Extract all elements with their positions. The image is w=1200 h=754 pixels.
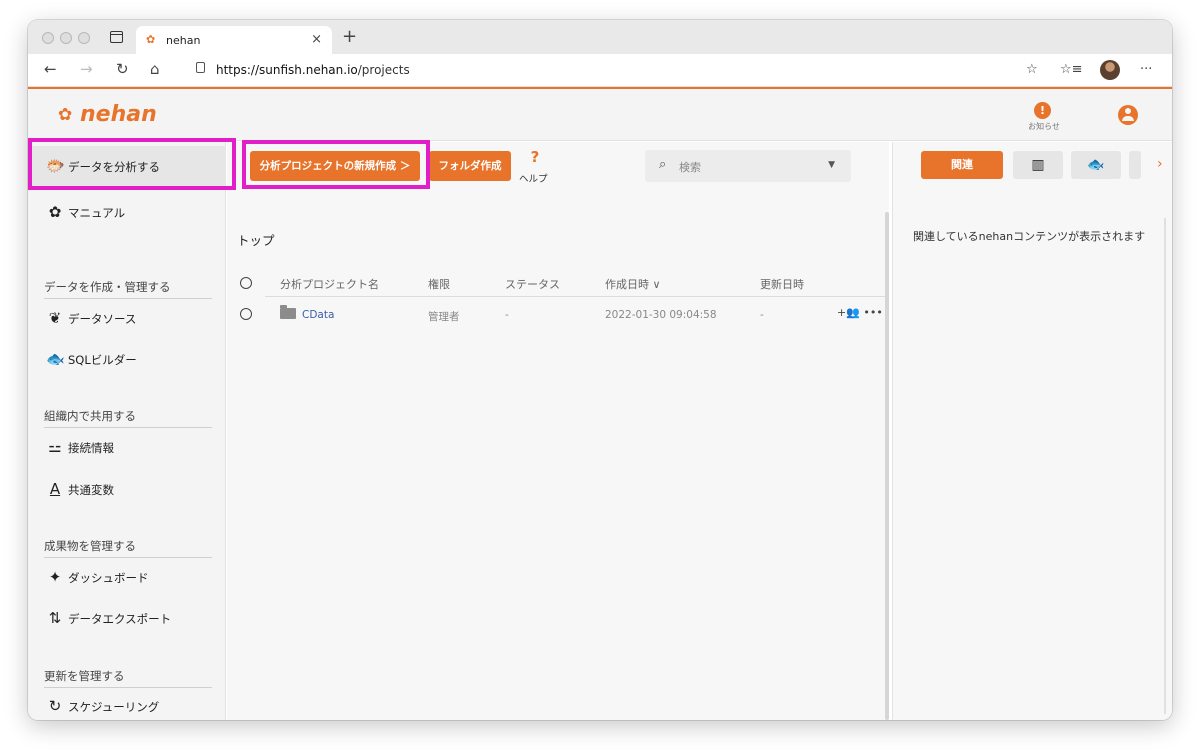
browser-tab[interactable]: ✿ nehan ×: [136, 26, 332, 54]
help-icon[interactable]: ?: [525, 148, 545, 166]
url-field[interactable]: https://sunfish.nehan.io/projects: [216, 63, 410, 77]
more-icon[interactable]: ···: [1140, 62, 1152, 77]
section-title: データを作成・管理する: [44, 279, 212, 299]
sidebar-item-label: ダッシュボード: [68, 571, 149, 585]
project-permission: 管理者: [428, 311, 460, 323]
folder-icon: [280, 305, 296, 319]
favorites-icon[interactable]: ☆≡: [1060, 62, 1083, 77]
row-actions[interactable]: +👥 •••: [837, 306, 883, 319]
sql-builder-button[interactable]: 🐟: [1071, 151, 1121, 179]
notice-label[interactable]: お知らせ: [1024, 121, 1064, 132]
tab-actions-icon[interactable]: [110, 31, 123, 43]
sidebar-item-label: SQLビルダー: [68, 353, 137, 367]
favorite-add-icon[interactable]: ☆: [1026, 62, 1038, 77]
back-icon[interactable]: ←: [44, 60, 57, 78]
browser-window: ✿ nehan × + ← → ↻ ⌂ https://sunfish.neha…: [28, 20, 1172, 720]
sidebar-item-export[interactable]: ⇅ データエクスポート: [28, 598, 226, 638]
tab-strip: ✿ nehan × +: [28, 20, 1172, 54]
scrollbar[interactable]: [885, 212, 889, 720]
chevron-down-icon[interactable]: ▼: [828, 160, 835, 170]
sidebar-item-label: 共通変数: [68, 483, 114, 497]
nehan-fish-icon: ✿: [146, 33, 156, 46]
sidebar-item-datasource[interactable]: ❦ データソース: [28, 298, 226, 338]
notice-icon[interactable]: !: [1034, 102, 1051, 119]
sidebar-item-label: マニュアル: [68, 206, 126, 220]
zoom-window-button[interactable]: [78, 32, 90, 44]
variable-icon: A: [49, 480, 61, 498]
sidebar-item-label: データエクスポート: [68, 612, 172, 626]
column-header-created[interactable]: 作成日時 ∨: [605, 276, 661, 292]
column-header-updated[interactable]: 更新日時: [760, 276, 804, 292]
section-title: 更新を管理する: [44, 668, 212, 688]
column-header-permission[interactable]: 権限: [428, 276, 450, 292]
highlight-analyze: [28, 138, 236, 190]
address-bar: ← → ↻ ⌂ https://sunfish.nehan.io/project…: [28, 54, 1172, 87]
search-icon: ⌕: [659, 157, 667, 172]
project-created: 2022-01-30 09:04:58: [605, 309, 717, 321]
schedule-icon: ↻: [48, 697, 62, 715]
search-placeholder: 検索: [679, 161, 701, 174]
forward-icon[interactable]: →: [80, 60, 93, 78]
project-name[interactable]: CData: [302, 309, 334, 321]
project-updated: -: [760, 309, 764, 321]
app-header: ✿ nehan ! お知らせ: [28, 89, 1172, 141]
column-header-status[interactable]: ステータス: [505, 276, 560, 292]
header-divider: [265, 296, 887, 297]
new-tab-button[interactable]: +: [342, 26, 357, 47]
sidebar: 🐡 データを分析する ✿ マニュアル データを作成・管理する ❦ データソース …: [28, 142, 226, 720]
sidebar-item-label: 接続情報: [68, 441, 114, 455]
row-select-radio[interactable]: [240, 308, 252, 320]
close-tab-icon[interactable]: ×: [311, 32, 322, 47]
sidebar-item-connections[interactable]: ⚍ 接続情報: [28, 427, 226, 467]
close-window-button[interactable]: [42, 32, 54, 44]
search-input[interactable]: ⌕ 検索 ▼: [645, 150, 851, 182]
sidebar-item-label: スケジューリング: [68, 700, 160, 714]
highlight-new-project: [242, 140, 430, 189]
datasource-icon: ❦: [48, 309, 62, 327]
export-icon: ⇅: [48, 609, 62, 627]
connection-icon: ⚍: [48, 438, 62, 456]
brand-logo[interactable]: nehan: [80, 102, 157, 127]
breadcrumb[interactable]: トップ: [237, 230, 275, 249]
manual-icon: ✿: [48, 203, 62, 221]
sidebar-item-variables[interactable]: A 共通変数: [28, 469, 226, 509]
user-icon[interactable]: [1118, 105, 1138, 125]
nehan-logo-icon: ✿: [58, 105, 73, 125]
sidebar-item-label: データソース: [68, 312, 137, 326]
section-title: 組織内で共用する: [44, 408, 212, 428]
sidebar-item-schedule[interactable]: ↻ スケジューリング: [28, 686, 226, 720]
select-all-radio[interactable]: [240, 277, 252, 289]
dashboard-icon: ✦: [48, 568, 62, 586]
minimize-window-button[interactable]: [60, 32, 72, 44]
lock-icon[interactable]: [196, 62, 205, 73]
panel-tab-partial[interactable]: [1129, 151, 1141, 179]
right-scrollbar[interactable]: [1164, 218, 1166, 714]
sql-builder-icon: 🐟: [46, 350, 65, 368]
project-status: -: [505, 309, 509, 321]
reload-icon[interactable]: ↻: [116, 60, 129, 78]
sidebar-item-dashboard[interactable]: ✦ ダッシュボード: [28, 557, 226, 597]
related-empty-message: 関連しているnehanコンテンツが表示されます: [913, 230, 1146, 243]
column-header-name[interactable]: 分析プロジェクト名: [280, 276, 379, 292]
profile-avatar[interactable]: [1100, 60, 1120, 80]
section-title: 成果物を管理する: [44, 538, 212, 558]
tab-title: nehan: [166, 34, 201, 47]
related-button[interactable]: 関連: [921, 151, 1003, 179]
sidebar-item-manual[interactable]: ✿ マニュアル: [28, 192, 226, 232]
related-panel: 関連 ▥ 🐟 › 関連しているnehanコンテンツが表示されます: [892, 142, 1172, 720]
chevron-right-icon[interactable]: ›: [1157, 156, 1163, 172]
new-folder-button[interactable]: フォルダ作成: [429, 151, 511, 181]
table-icon[interactable]: ▥: [1013, 151, 1063, 179]
home-icon[interactable]: ⌂: [150, 60, 160, 78]
help-label[interactable]: ヘルプ: [519, 171, 548, 185]
sidebar-item-sql-builder[interactable]: 🐟 SQLビルダー: [28, 339, 226, 379]
main-panel: 分析プロジェクトの新規作成 ＞ フォルダ作成 ? ヘルプ ⌕ 検索 ▼ トップ …: [227, 142, 889, 720]
